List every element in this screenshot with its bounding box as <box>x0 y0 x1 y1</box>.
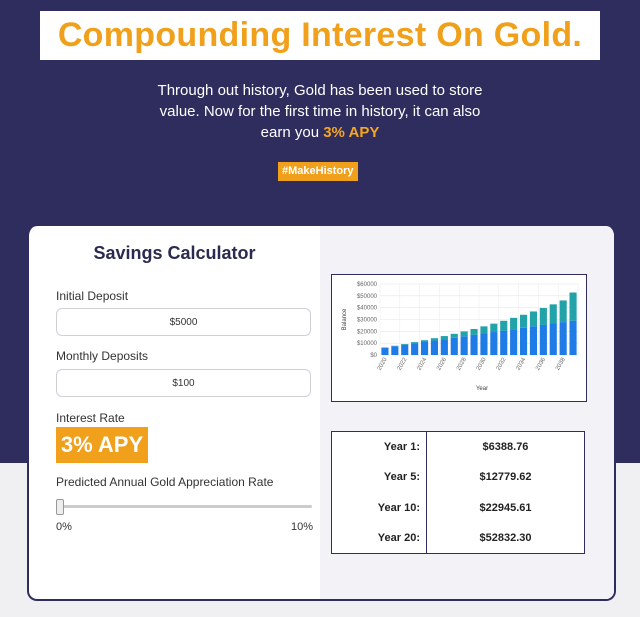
bar-deposit <box>460 336 468 355</box>
bar-interest <box>500 320 508 331</box>
bar-interest <box>529 311 538 327</box>
results-year-label: Year 5: <box>331 462 427 493</box>
appreciation-rate-label: Predicted Annual Gold Appreciation Rate <box>56 475 274 489</box>
subtitle-line-3: earn you 3% APY <box>120 122 520 143</box>
subtitle-line-3-text: earn you <box>260 124 320 141</box>
y-tick-label: $20000 <box>357 329 378 335</box>
bar-deposit <box>381 347 389 355</box>
bar-interest <box>549 304 557 324</box>
y-tick-label: $10000 <box>357 341 378 347</box>
results-year-label: Year 20: <box>331 522 427 554</box>
x-tick-label: 2034 <box>515 356 527 371</box>
x-axis-label: Year <box>476 386 488 392</box>
x-tick-label: 2030 <box>476 356 488 371</box>
bar-interest <box>559 300 567 323</box>
y-tick-label: $40000 <box>357 306 378 312</box>
subtitle-line-1: Through out history, Gold has been used … <box>157 82 483 99</box>
bar-interest <box>440 336 448 340</box>
x-tick-label: 2022 <box>397 356 409 371</box>
results-balance-value: $22945.61 <box>479 501 532 514</box>
initial-deposit-input[interactable] <box>56 308 311 336</box>
results-balance-value: $12779.62 <box>479 471 532 484</box>
results-row: Year 5: $12779.62 <box>331 462 585 493</box>
headline-box: Compounding Interest On Gold. <box>40 11 600 60</box>
bar-interest <box>460 331 468 337</box>
y-tick-label: $60000 <box>357 282 378 288</box>
interest-rate-badge: 3% APY <box>56 427 148 463</box>
bar-deposit <box>569 320 577 355</box>
interest-rate-label: Interest Rate <box>56 411 125 425</box>
bar-interest <box>539 308 547 325</box>
y-axis-label: Balance <box>342 308 348 330</box>
slider-min-label: 0% <box>56 521 72 533</box>
results-table: Year 1: $6388.76 Year 5: $12779.62 Year 10: $… <box>331 431 585 554</box>
bar-interest <box>430 338 439 341</box>
bar-deposit <box>500 330 508 355</box>
appreciation-slider-track[interactable] <box>58 505 312 508</box>
balance-chart: $0 $10000 $20000 $30000 $40000 $50000 $60000 20… <box>331 274 587 402</box>
bar-interest <box>519 314 528 328</box>
bar-interest <box>450 333 458 338</box>
results-balance-value: $52832.30 <box>479 531 532 544</box>
bar-interest <box>401 343 409 345</box>
results-year-label: Year 1: <box>331 431 427 463</box>
x-tick-label: 2032 <box>496 356 508 371</box>
bar-deposit <box>470 334 478 355</box>
y-tick-label: $0 <box>370 353 377 359</box>
bar-interest <box>480 326 488 334</box>
calculator-title: Savings Calculator <box>93 243 256 263</box>
bar-deposit <box>559 322 567 355</box>
bar-deposit <box>411 343 419 355</box>
subtitle-apy: 3% APY <box>323 124 380 141</box>
bar-deposit <box>480 333 488 355</box>
bar-deposit <box>529 326 538 355</box>
bar-interest <box>510 317 518 330</box>
hashtag-badge: #MakeHistory <box>278 162 358 181</box>
balance-chart-svg: $0 $10000 $20000 $30000 $40000 $50000 $60000 20… <box>342 282 579 392</box>
bar-interest <box>420 340 429 342</box>
savings-calculator-card: $0 $10000 $20000 $30000 $40000 $50000 $60000 20… <box>27 226 616 601</box>
x-tick-label: 2026 <box>436 356 448 371</box>
bar-deposit <box>440 339 448 355</box>
results-row: Year 1: $6388.76 <box>331 431 585 463</box>
subtitle-line-2: value. Now for the first time in history… <box>159 103 481 120</box>
bar-interest <box>569 292 577 321</box>
y-tick-label: $30000 <box>357 318 378 324</box>
results-row: Year 20: $52832.30 <box>331 522 585 554</box>
results-pane: $0 $10000 $20000 $30000 $40000 $50000 $60000 20… <box>320 226 614 599</box>
bar-deposit <box>430 340 439 355</box>
bar-deposit <box>510 329 518 355</box>
bar-interest <box>490 323 498 333</box>
subtitle: Through out history, Gold has been used … <box>120 80 520 143</box>
y-tick-label: $50000 <box>357 294 378 300</box>
x-tick-label: 2028 <box>456 356 468 371</box>
bar-deposit <box>490 332 498 355</box>
slider-max-label: 10% <box>291 521 314 533</box>
bar-deposit <box>450 337 458 355</box>
bar-deposit <box>401 344 409 355</box>
monthly-deposits-label: Monthly Deposits <box>56 349 149 363</box>
bar-deposit <box>420 341 429 355</box>
bar-interest <box>470 328 478 335</box>
bar-interest <box>411 342 419 344</box>
appreciation-slider-thumb[interactable] <box>56 499 64 515</box>
headline: Compounding Interest On Gold. <box>57 16 583 54</box>
initial-deposit-label: Initial Deposit <box>56 289 129 303</box>
x-tick-label: 2038 <box>555 356 567 371</box>
results-year-label: Year 10: <box>331 492 427 523</box>
bar-deposit <box>539 324 547 355</box>
results-balance-value: $6388.76 <box>482 441 529 454</box>
results-row: Year 10: $22945.61 <box>331 492 585 523</box>
monthly-deposits-input[interactable] <box>56 369 311 397</box>
bar-deposit <box>549 323 557 355</box>
bar-deposit <box>391 346 399 355</box>
x-tick-label: 2036 <box>535 356 547 371</box>
bar-deposit <box>519 327 528 355</box>
x-tick-label: 2020 <box>377 356 389 371</box>
x-tick-label: 2024 <box>416 356 428 371</box>
